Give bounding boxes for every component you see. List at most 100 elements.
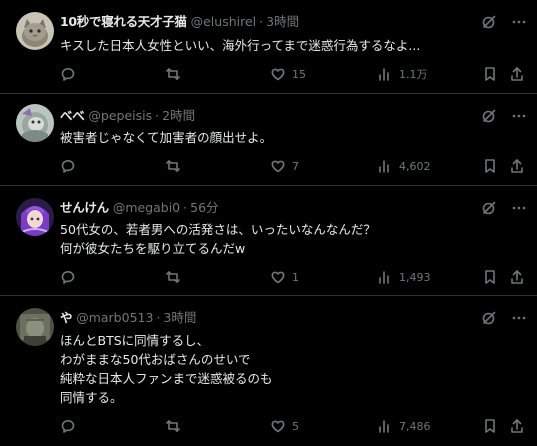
more-icon[interactable] <box>511 310 527 326</box>
separator-dot: · <box>183 200 188 215</box>
tweet-text: 50代女の、若者男への活発さは、いったいなんなんだ？ 何が彼女たちを駆り立てるん… <box>60 220 500 258</box>
display-name[interactable]: や <box>60 309 73 327</box>
reply-button[interactable] <box>60 157 82 175</box>
views-icon <box>379 420 389 433</box>
like-count: 5 <box>292 419 299 433</box>
bookmark-button[interactable] <box>482 157 498 175</box>
reply-icon <box>61 160 75 173</box>
retweet-button[interactable] <box>165 157 187 175</box>
like-button[interactable]: 5 <box>270 417 299 435</box>
tweet-header: べべ @pepeisis · 2時間 <box>60 107 195 125</box>
avatar[interactable] <box>16 198 54 236</box>
separator-dot: · <box>259 14 264 29</box>
reply-button[interactable] <box>60 417 82 435</box>
tweet-text-line: ほんとBTSに同情するし、 <box>60 333 210 348</box>
bookmark-button[interactable] <box>482 417 498 435</box>
share-button[interactable] <box>509 417 525 435</box>
view-count: 1,493 <box>399 270 431 284</box>
retweet-button[interactable] <box>165 268 187 286</box>
more-icon[interactable] <box>511 108 527 124</box>
more-icon[interactable] <box>511 14 527 30</box>
grok-icon[interactable] <box>481 14 497 30</box>
grok-icon[interactable] <box>481 310 497 326</box>
tweet-text-line: 純粋な日本人ファンまで迷惑被るのも <box>60 371 273 386</box>
avatar[interactable] <box>16 104 54 142</box>
reply-button[interactable] <box>60 268 82 286</box>
share-icon <box>511 67 523 81</box>
tweet-text-line: 同情する。 <box>60 390 123 405</box>
timestamp[interactable]: 56分 <box>190 199 218 217</box>
avatar[interactable] <box>16 308 54 346</box>
bookmark-icon <box>485 419 495 433</box>
grok-icon[interactable] <box>481 108 497 124</box>
retweet-icon <box>166 271 180 283</box>
avatar[interactable] <box>16 12 54 50</box>
timestamp[interactable]: 2時間 <box>162 107 195 125</box>
user-handle[interactable]: @marb0513 <box>76 309 153 327</box>
timestamp[interactable]: 3時間 <box>266 13 299 31</box>
grok-icon[interactable] <box>481 200 497 216</box>
share-icon <box>511 419 523 433</box>
separator-dot: · <box>155 108 160 123</box>
like-icon <box>271 160 285 173</box>
display-name[interactable]: 10秒で寝れる天才子猫 <box>60 13 187 31</box>
user-handle[interactable]: @elushirel <box>191 13 257 31</box>
share-button[interactable] <box>509 157 525 175</box>
retweet-icon <box>166 160 180 172</box>
share-button[interactable] <box>509 65 525 83</box>
like-button[interactable]: 7 <box>270 157 299 175</box>
like-icon <box>271 68 285 81</box>
display-name[interactable]: べべ <box>60 107 85 125</box>
like-button[interactable]: 1 <box>270 268 299 286</box>
retweet-icon <box>166 68 180 80</box>
tweet-text-line: 50代女の、若者男への活発さは、いったいなんなんだ？ <box>60 222 376 237</box>
display-name[interactable]: せんけん <box>60 199 109 217</box>
tweet-text: ほんとBTSに同情するし、 わがままな50代おばさんのせいで 純粋な日本人ファン… <box>60 331 500 407</box>
timeline: 10秒で寝れる天才子猫 @elushirel · 3時間 キスした日本人女性とい… <box>0 0 537 446</box>
tweet-header: や @marb0513 · 3時間 <box>60 309 196 327</box>
retweet-icon <box>166 420 180 432</box>
views-icon <box>379 271 389 284</box>
views-button[interactable]: 7,486 <box>377 417 431 435</box>
tweet-text: キスした日本人女性といい、海外行ってまで迷惑行為するなよ... <box>60 36 500 55</box>
views-button[interactable]: 1.1万 <box>377 65 428 83</box>
action-bar: 1 1,493 <box>0 268 537 286</box>
bookmark-icon <box>485 159 495 173</box>
view-count: 4,602 <box>399 159 431 173</box>
retweet-button[interactable] <box>165 417 187 435</box>
tweet-text-line: 被害者じゃなくて加害者の顔出せよ。 <box>60 130 273 145</box>
tweet-text: 被害者じゃなくて加害者の顔出せよ。 <box>60 128 500 147</box>
user-handle[interactable]: @megabi0 <box>113 199 180 217</box>
action-bar: 15 1.1万 <box>0 65 537 83</box>
tweet[interactable]: べべ @pepeisis · 2時間 被害者じゃなくて加害者の顔出せよ。 7 4… <box>0 94 537 186</box>
like-icon <box>271 420 285 433</box>
views-icon <box>379 68 389 81</box>
like-count: 1 <box>292 270 299 284</box>
more-icon[interactable] <box>511 200 527 216</box>
user-handle[interactable]: @pepeisis <box>88 107 152 125</box>
views-button[interactable]: 1,493 <box>377 268 431 286</box>
views-button[interactable]: 4,602 <box>377 157 431 175</box>
like-count: 15 <box>292 67 306 81</box>
tweet[interactable]: や @marb0513 · 3時間 ほんとBTSに同情するし、 わがままな50代… <box>0 296 537 446</box>
tweet-text-line: キスした日本人女性といい、海外行ってまで迷惑行為するなよ... <box>60 38 421 53</box>
timestamp[interactable]: 3時間 <box>163 309 196 327</box>
separator-dot: · <box>156 310 161 325</box>
share-icon <box>511 159 523 173</box>
bookmark-icon <box>485 270 495 284</box>
tweet[interactable]: 10秒で寝れる天才子猫 @elushirel · 3時間 キスした日本人女性とい… <box>0 0 537 94</box>
reply-icon <box>61 68 75 81</box>
reply-icon <box>61 420 75 433</box>
reply-button[interactable] <box>60 65 82 83</box>
bookmark-button[interactable] <box>482 268 498 286</box>
bookmark-button[interactable] <box>482 65 498 83</box>
bookmark-icon <box>485 67 495 81</box>
view-count: 1.1万 <box>399 68 428 81</box>
action-bar: 7 4,602 <box>0 157 537 175</box>
reply-icon <box>61 271 75 284</box>
action-bar: 5 7,486 <box>0 417 537 435</box>
share-button[interactable] <box>509 268 525 286</box>
like-button[interactable]: 15 <box>270 65 306 83</box>
retweet-button[interactable] <box>165 65 187 83</box>
tweet[interactable]: せんけん @megabi0 · 56分 50代女の、若者男への活発さは、いったい… <box>0 186 537 296</box>
